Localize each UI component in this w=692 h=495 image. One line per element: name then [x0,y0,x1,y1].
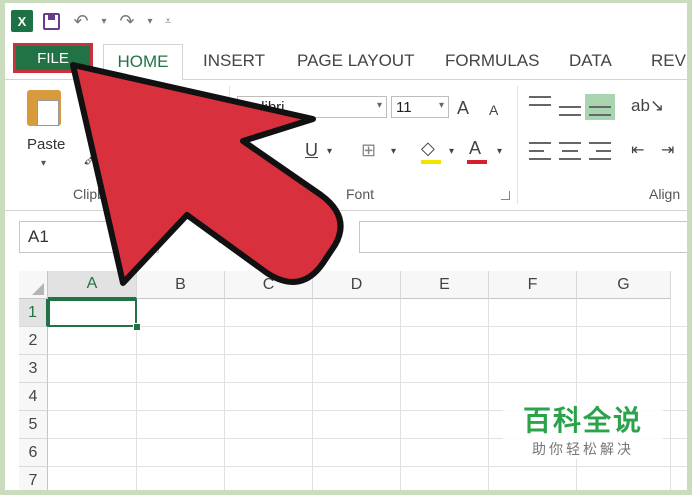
increase-indent-icon[interactable]: ⇥ [661,140,674,160]
font-color-swatch [467,160,487,164]
fill-color-icon[interactable]: ◇ [421,138,435,159]
column-header-g[interactable]: G [577,271,671,299]
group-divider [517,86,518,204]
insert-function-button[interactable]: fx [321,223,342,248]
paste-icon[interactable] [27,90,61,126]
align-left-icon[interactable] [529,142,551,160]
font-size-select[interactable]: 11 ▾ [391,96,449,118]
fill-color-swatch [421,160,441,164]
chevron-down-icon[interactable]: ▾ [391,146,396,157]
save-icon[interactable] [39,9,63,33]
underline-button[interactable]: U [305,140,318,161]
column-header-b[interactable]: B [137,271,225,299]
undo-icon[interactable]: ↶ [69,9,93,33]
font-name-select[interactable]: Calibri ▾ [237,96,387,118]
excel-logo-icon: X [11,10,33,32]
grid-line [400,299,401,490]
worksheet-grid[interactable]: A B C D E F G 1 2 3 4 5 6 7 [5,265,687,490]
grid-line [670,299,671,490]
row-header-4[interactable]: 4 [19,383,48,411]
row-header-3[interactable]: 3 [19,355,48,383]
active-cell-a1[interactable] [48,299,137,327]
format-painter-button[interactable]: Fo [105,152,123,169]
borders-icon[interactable]: ⊞ [361,140,376,161]
format-painter-icon[interactable]: 🖌 [83,148,102,166]
customize-qat-icon[interactable]: ⩡ [161,9,175,33]
tab-review[interactable]: REVIE [651,45,687,77]
chevron-down-icon: ▾ [376,100,382,111]
orientation-icon[interactable]: ab↘ [631,96,664,116]
grid-line [48,466,687,467]
row-header-2[interactable]: 2 [19,327,48,355]
grid-line [488,299,489,490]
row-header-1[interactable]: 1 [19,299,48,327]
formula-input[interactable] [359,221,687,253]
column-header-c[interactable]: C [225,271,313,299]
watermark-title: 百科全说 [522,405,643,436]
redo-dropdown-icon[interactable]: ▾ [145,9,155,33]
column-header-a[interactable]: A [48,271,137,299]
clipboard-group-label: Clipboa [73,186,121,202]
font-group-label: Font [346,186,375,202]
chevron-down-icon: ▾ [438,100,444,111]
grid-line [224,299,225,490]
tab-data[interactable]: DATA [569,45,612,77]
redo-icon[interactable]: ↷ [115,9,139,33]
paste-button[interactable]: Paste [27,136,65,153]
tab-file[interactable]: FILE [13,43,93,73]
font-color-button[interactable]: A [469,138,481,159]
chevron-down-icon[interactable]: ▾ [449,146,454,157]
formula-bar: A1 ▾ ✕ fx [5,215,687,261]
align-middle-icon[interactable] [559,98,581,116]
watermark-subtitle: 助你轻松解决 [532,441,634,457]
name-box[interactable]: A1 ▾ [19,221,159,253]
cancel-icon[interactable]: ✕ [215,223,235,252]
grid-line [312,299,313,490]
chevron-down-icon[interactable]: ▾ [497,146,502,157]
grow-font-button[interactable]: A [457,98,469,119]
tab-insert[interactable]: INSERT [203,45,265,77]
row-header-6[interactable]: 6 [19,439,48,467]
select-all-button[interactable] [19,271,48,299]
row-header-7[interactable]: 7 [19,467,48,490]
chevron-down-icon: ▾ [144,231,150,242]
column-header-f[interactable]: F [489,271,577,299]
fill-handle[interactable] [133,323,141,331]
watermark: 百科全说 助你轻松解决 [503,403,663,459]
ribbon-tabs: FILE HOME INSERT PAGE LAYOUT FORMULAS DA… [5,43,687,80]
ribbon-home: Paste ▾ ⎘ 🖌 Fo Clipboa Calibri ▾ 11 ▾ A A … [5,80,687,211]
column-header-e[interactable]: E [401,271,489,299]
grid-line [576,299,577,490]
font-dialog-launcher-icon[interactable] [501,191,510,200]
row-header-5[interactable]: 5 [19,411,48,439]
alignment-group-label: Align [649,186,681,202]
copy-icon[interactable]: ⎘ [85,114,97,131]
paste-dropdown-icon[interactable]: ▾ [41,158,46,169]
align-center-icon[interactable] [559,142,581,160]
align-top-icon[interactable] [529,96,551,114]
group-divider [229,86,230,204]
undo-dropdown-icon[interactable]: ▾ [99,9,109,33]
column-header-d[interactable]: D [313,271,401,299]
shrink-font-button[interactable]: A [489,102,498,118]
tab-page-layout[interactable]: PAGE LAYOUT [297,45,414,77]
quick-access-toolbar: X ↶ ▾ ↷ ▾ ⩡ [11,7,175,35]
grid-line [48,326,687,327]
decrease-indent-icon[interactable]: ⇤ [631,140,644,160]
excel-window: X ↶ ▾ ↷ ▾ ⩡ FILE HOME INSERT PAGE LAYOUT… [0,0,692,495]
chevron-down-icon[interactable]: ▾ [327,146,332,157]
grid-line [48,354,687,355]
align-bottom-icon[interactable] [585,94,615,120]
align-right-icon[interactable] [589,142,611,160]
grid-line [48,382,687,383]
tab-formulas[interactable]: FORMULAS [445,45,539,77]
tab-home[interactable]: HOME [103,44,183,80]
